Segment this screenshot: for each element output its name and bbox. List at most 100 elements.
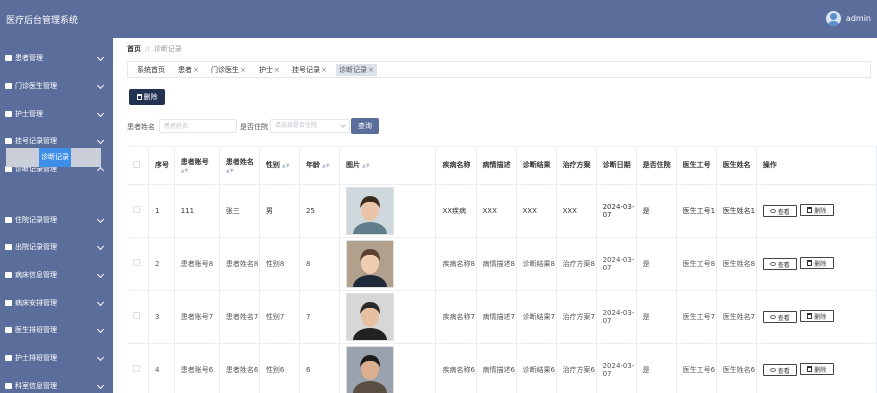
tab-item[interactable]: 系统首页 <box>134 64 168 76</box>
delete-button[interactable]: 删除 <box>799 257 834 269</box>
close-icon[interactable]: × <box>274 66 280 74</box>
row-checkbox[interactable] <box>133 259 140 266</box>
delete-button[interactable]: 删除 <box>799 363 834 375</box>
tab-bar: 系统首页 患者× 门诊医生× 护士× 挂号记录× 诊断记录× <box>127 61 871 78</box>
sidebar-item-schedule[interactable]: 医生排班管理 <box>0 320 113 340</box>
tab-item[interactable]: 患者× <box>175 64 202 76</box>
close-icon[interactable]: × <box>193 66 199 74</box>
cell-name: 患者姓名8 <box>219 237 260 291</box>
sidebar-item-bed-arrange[interactable]: 病床安排管理 <box>0 293 113 313</box>
row-checkbox[interactable] <box>133 365 140 372</box>
tab-item[interactable]: 挂号记录× <box>289 64 330 76</box>
patient-photo <box>345 186 394 235</box>
view-button[interactable]: 查看 <box>762 364 797 376</box>
patient-name-input[interactable] <box>159 119 237 133</box>
cell-inpatient: 是 <box>636 184 677 238</box>
cell-account: 患者账号8 <box>174 237 220 291</box>
column-header: 性别 ▲▼ <box>259 147 300 185</box>
sidebar-item-discharge[interactable]: 出院记录管理 <box>0 237 113 257</box>
column-header: 患者姓名 ▲▼ <box>219 147 260 185</box>
cell-gender: 性别8 <box>259 237 300 291</box>
view-button[interactable]: 查看 <box>762 311 797 323</box>
sidebar-item-doctor[interactable]: 门诊医生管理 <box>0 76 113 96</box>
submenu-item-diagnosis-records[interactable]: 诊断记录 <box>39 148 71 167</box>
user-name[interactable]: admin <box>846 14 871 23</box>
cell-date: 2024-03-07 <box>596 237 637 291</box>
row-checkbox[interactable] <box>133 206 140 213</box>
sort-icon[interactable]: ▲▼ <box>181 168 219 174</box>
sidebar-item-bed[interactable]: 病床信息管理 <box>0 265 113 285</box>
chevron-down-icon <box>96 298 105 307</box>
view-button-label: 查看 <box>777 314 790 322</box>
chevron-down-icon <box>96 242 105 251</box>
column-header-label: 图片 <box>345 161 360 170</box>
column-header: 病情描述 <box>476 147 517 185</box>
view-button[interactable]: 查看 <box>762 205 797 217</box>
avatar-icon[interactable] <box>825 11 841 26</box>
sort-icon[interactable]: ▲▼ <box>226 168 259 174</box>
cell-index: 2 <box>148 237 175 291</box>
close-icon[interactable]: × <box>240 66 246 74</box>
breadcrumb-home[interactable]: 首页 <box>127 45 141 53</box>
cell-age: 7 <box>299 290 340 344</box>
column-header: 医生工号 <box>676 147 717 185</box>
nurse-schedule-icon <box>5 355 12 361</box>
sidebar-item-nurse[interactable]: 护士管理 <box>0 104 113 124</box>
close-icon[interactable]: × <box>368 66 374 74</box>
sidebar-item-nurse-schedule[interactable]: 护士排班管理 <box>0 348 113 368</box>
cell-date: 2024-03-07 <box>596 184 637 238</box>
tab-item[interactable]: 门诊医生× <box>208 64 249 76</box>
column-header-label: 诊断结果 <box>522 161 551 170</box>
cell-index: 3 <box>148 290 175 344</box>
column-header-label: 是否住院 <box>642 161 671 170</box>
sidebar-item-department[interactable]: 科室信息管理 <box>0 376 113 393</box>
tab-label: 护士 <box>259 66 273 74</box>
sidebar: 患者管理 门诊医生管理 护士管理 挂号记录管理 诊断记录管理 住院记录管理 出院记录管理 病床… <box>0 38 113 393</box>
view-button[interactable]: 查看 <box>762 258 797 270</box>
sidebar-item-user[interactable]: 患者管理 <box>0 48 113 68</box>
user-icon <box>5 55 12 61</box>
column-header-label: 年龄 <box>305 161 320 170</box>
tab-item[interactable]: 诊断记录× <box>336 64 377 76</box>
sidebar-item-label: 科室信息管理 <box>15 382 57 390</box>
select-all-header[interactable] <box>127 147 150 185</box>
cell-photo <box>339 184 437 238</box>
cell-description: 病情描述8 <box>476 237 517 291</box>
user-menu[interactable]: admin <box>825 11 871 26</box>
sort-icon[interactable]: ▲▼ <box>362 164 370 169</box>
view-button-label: 查看 <box>777 208 790 216</box>
query-button[interactable]: 查询 <box>351 118 379 134</box>
cell-result: 诊断结果8 <box>516 237 557 291</box>
select-all-checkbox[interactable] <box>133 160 140 168</box>
cell-actions: 查看 删除 <box>756 290 877 344</box>
inpatient-select[interactable]: 请选择是否住院 <box>270 119 350 133</box>
cell-doctor_no: 医生工号1 <box>676 184 717 238</box>
tab-label: 诊断记录 <box>339 66 367 74</box>
batch-delete-button[interactable]: 删除 <box>129 89 165 105</box>
delete-button[interactable]: 删除 <box>799 310 834 322</box>
cell-doctor_no: 医生工号8 <box>676 237 717 291</box>
table-row: 3 患者账号7 患者姓名7 性别7 7 疾病名称7 病情描述7 诊断结果7 治疗方案7 2024-… <box>127 290 877 344</box>
cell-doctor_name: 医生姓名6 <box>716 343 757 393</box>
sort-icon[interactable]: ▲▼ <box>282 164 290 169</box>
row-checkbox[interactable] <box>133 312 140 319</box>
chevron-down-icon <box>96 353 105 362</box>
cell-account: 111 <box>174 184 220 238</box>
row-select-cell <box>127 184 150 238</box>
column-header-label: 操作 <box>762 161 777 170</box>
nurse-icon <box>5 111 12 117</box>
delete-button-label: 删除 <box>814 207 827 215</box>
trash-icon <box>807 366 813 372</box>
chevron-down-icon <box>96 215 105 224</box>
cell-plan: 治疗方案6 <box>556 343 597 393</box>
tab-item[interactable]: 护士× <box>256 64 283 76</box>
eye-icon <box>769 262 776 266</box>
sidebar-item-hospital[interactable]: 住院记录管理 <box>0 210 113 230</box>
view-button-label: 查看 <box>777 261 790 269</box>
close-icon[interactable]: × <box>321 66 327 74</box>
cell-result: 诊断结果6 <box>516 343 557 393</box>
column-header: 图片 ▲▼ <box>339 147 437 185</box>
delete-button[interactable]: 删除 <box>799 204 834 216</box>
sort-icon[interactable]: ▲▼ <box>322 164 330 169</box>
table-header-row: 序号 患者账号 ▲▼ 患者姓名 ▲▼ 性别 ▲▼ 年龄 ▲▼ 图片 ▲▼ 疾病名称 病情描述 诊断结果 治疗… <box>127 147 877 185</box>
